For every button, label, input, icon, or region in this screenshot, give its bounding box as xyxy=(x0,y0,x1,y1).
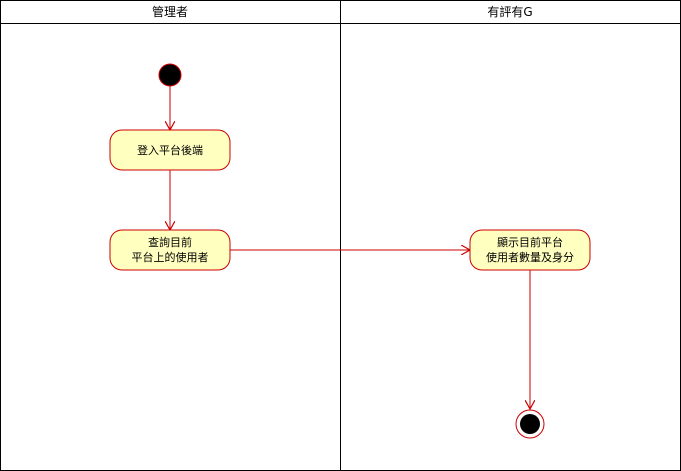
activity-diagram: 管理者 有評有G 登入平台後端 查詢目前 平台上的使用者 顯示目前平台 使用者數… xyxy=(0,0,681,471)
action-login: 登入平台後端 xyxy=(109,129,231,171)
lane-title-system: 有評有G xyxy=(487,4,532,19)
action-query-label-line2: 平台上的使用者 xyxy=(132,250,209,264)
action-display-label-line2: 使用者數量及身分 xyxy=(486,250,574,264)
lane-title-admin: 管理者 xyxy=(152,4,188,19)
initial-node xyxy=(158,63,182,87)
action-display-label-line1: 顯示目前平台 xyxy=(497,235,563,249)
action-login-label: 登入平台後端 xyxy=(137,143,203,157)
action-display: 顯示目前平台 使用者數量及身分 xyxy=(469,229,591,271)
action-query: 查詢目前 平台上的使用者 xyxy=(109,229,231,271)
final-node xyxy=(515,409,545,439)
action-query-label-line1: 查詢目前 xyxy=(148,235,192,249)
